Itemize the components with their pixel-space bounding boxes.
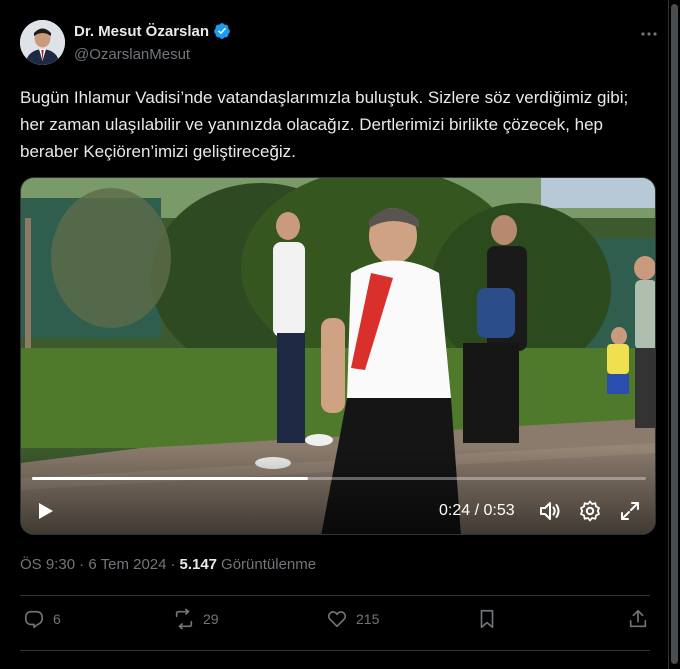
- video-player[interactable]: 0:24 / 0:53: [20, 177, 656, 535]
- scrollbar[interactable]: [669, 0, 680, 669]
- fullscreen-icon[interactable]: [618, 499, 642, 523]
- bookmark-icon: [480, 609, 494, 629]
- video-progress-bar[interactable]: [32, 477, 646, 480]
- repost-count: 29: [203, 611, 219, 627]
- tweet-timestamp[interactable]: ÖS 9:30 · 6 Tem 2024: [20, 556, 166, 573]
- repost-icon: [175, 608, 193, 630]
- bottom-divider: [20, 650, 650, 651]
- reply-count: 6: [53, 611, 61, 627]
- more-options-button[interactable]: [634, 22, 664, 46]
- bookmark-button[interactable]: [476, 608, 498, 630]
- settings-gear-icon[interactable]: [578, 499, 602, 523]
- person-right: [634, 256, 655, 428]
- play-icon[interactable]: [33, 499, 57, 523]
- meta-separator: ·: [170, 556, 176, 573]
- views-count: 5.147: [179, 556, 218, 573]
- tweet-card: Dr. Mesut Özarslan @OzarslanMesut Bugün …: [0, 0, 669, 669]
- heart-icon: [327, 611, 347, 628]
- author-handle[interactable]: @OzarslanMesut: [74, 46, 190, 63]
- video-progress-fill: [32, 477, 309, 480]
- video-frame: [21, 178, 655, 534]
- like-count: 215: [356, 611, 380, 627]
- repost-button[interactable]: 29: [173, 608, 219, 630]
- author-name[interactable]: Dr. Mesut Özarslan: [74, 23, 209, 40]
- volume-icon[interactable]: [538, 499, 562, 523]
- tweet-header: Dr. Mesut Özarslan @OzarslanMesut: [20, 20, 660, 68]
- avatar-image: [20, 20, 65, 65]
- avatar[interactable]: [20, 20, 65, 65]
- like-button[interactable]: 215: [326, 608, 379, 630]
- video-controls: 0:24 / 0:53: [21, 490, 655, 530]
- video-time: 0:24 / 0:53: [439, 502, 515, 519]
- action-bar: 6 29 215: [20, 608, 650, 638]
- name-row: Dr. Mesut Özarslan: [74, 22, 231, 40]
- verified-badge-icon: [214, 23, 230, 39]
- scrollbar-thumb[interactable]: [671, 4, 678, 664]
- views-label: Görüntülenme: [221, 556, 317, 573]
- share-icon: [629, 609, 647, 628]
- tweet-meta: ÖS 9:30 · 6 Tem 2024 · 5.147 Görüntülenm…: [20, 556, 316, 573]
- reply-button[interactable]: 6: [23, 608, 61, 630]
- share-button[interactable]: [627, 608, 649, 630]
- reply-icon: [24, 610, 44, 629]
- divider: [20, 595, 650, 596]
- more-dots-icon: [641, 32, 657, 36]
- tweet-text: Bugün Ihlamur Vadisi’nde vatandaşlarımız…: [20, 88, 633, 161]
